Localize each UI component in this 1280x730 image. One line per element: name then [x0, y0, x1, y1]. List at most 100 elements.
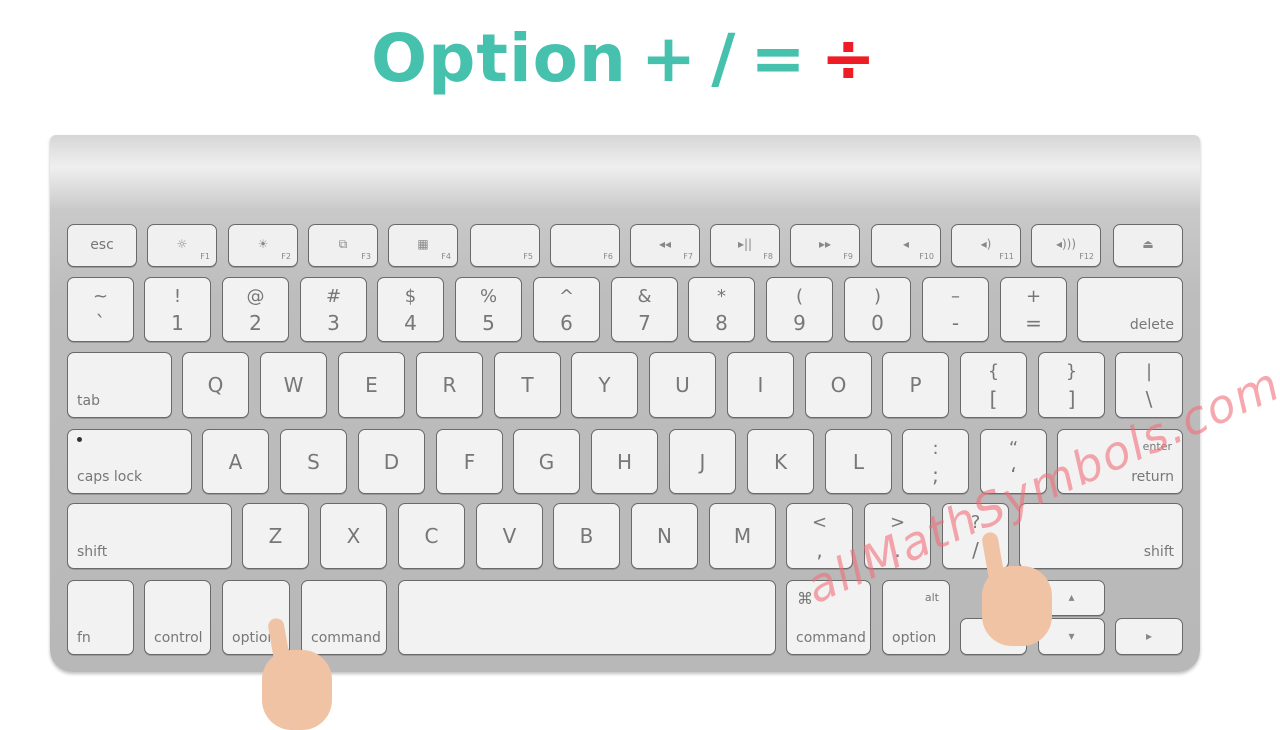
key-label: = — [1025, 311, 1042, 335]
key-o[interactable]: O — [805, 352, 872, 418]
key-p[interactable]: P — [882, 352, 949, 418]
key-y[interactable]: Y — [571, 352, 638, 418]
key-label: H — [616, 449, 633, 474]
key-label: A — [228, 449, 243, 474]
key-label: [ — [989, 387, 998, 411]
key-icon: ◂ — [902, 237, 910, 251]
key-8[interactable]: * 8 — [688, 277, 755, 342]
key-t[interactable]: T — [494, 352, 561, 418]
key-key[interactable]: :; — [902, 429, 969, 494]
key-key[interactable]: ⏏ — [1113, 224, 1183, 267]
key-control[interactable]: control — [144, 580, 211, 655]
key-n[interactable]: N — [631, 503, 698, 569]
key-label: ; — [932, 463, 939, 487]
key-f5[interactable]: F5 — [470, 224, 540, 267]
key-label: command — [311, 630, 381, 646]
key-shift-label: < — [811, 512, 828, 533]
key-v[interactable]: V — [476, 503, 543, 569]
key-1[interactable]: ! 1 — [144, 277, 211, 342]
key-tab[interactable]: tab — [67, 352, 172, 418]
key-m[interactable]: M — [709, 503, 776, 569]
key-a[interactable]: A — [202, 429, 269, 494]
key-fn[interactable]: fn — [67, 580, 134, 655]
key-6[interactable]: ^ 6 — [533, 277, 600, 342]
key-7[interactable]: & 7 — [611, 277, 678, 342]
key-label: ` — [95, 311, 106, 335]
key-h[interactable]: H — [591, 429, 658, 494]
key-r[interactable]: R — [416, 352, 483, 418]
key-label: P — [909, 373, 922, 397]
key-label: delete — [1129, 317, 1174, 333]
key-label: esc — [90, 237, 114, 253]
key-d[interactable]: D — [358, 429, 425, 494]
key-label: R — [442, 373, 457, 397]
key-option[interactable]: option alt — [882, 580, 950, 655]
key-shift-label: { — [987, 361, 1000, 382]
key-icon: ▸▸ — [818, 237, 832, 251]
key-label: L — [852, 449, 865, 474]
key-shift-label: @ — [246, 286, 265, 307]
key-esc[interactable]: esc — [67, 224, 137, 267]
key-2[interactable]: @2 — [222, 277, 289, 342]
key-key[interactable]: }] — [1038, 352, 1105, 418]
key-f9[interactable]: ▸▸ F9 — [790, 224, 860, 267]
key-icon: ◂◂ — [658, 237, 672, 251]
key-caps-lock[interactable]: caps lock — [67, 429, 192, 494]
key-f2[interactable]: ☀ F2 — [228, 224, 298, 267]
key-b[interactable]: B — [553, 503, 620, 569]
key-label: N — [657, 524, 672, 548]
key-f[interactable]: F — [436, 429, 503, 494]
key-label: shift — [1143, 544, 1174, 560]
key-label: F — [463, 449, 476, 474]
key-label: J — [699, 449, 706, 474]
key-c[interactable]: C — [398, 503, 465, 569]
key-x[interactable]: X — [320, 503, 387, 569]
key-4[interactable]: $4 — [377, 277, 444, 342]
key-label: D — [383, 449, 400, 474]
key-e[interactable]: E — [338, 352, 405, 418]
key-q[interactable]: Q — [182, 352, 249, 418]
function-number-label: F9 — [843, 252, 853, 261]
key-f6[interactable]: F6 — [550, 224, 620, 267]
key-key[interactable]: ▸ — [1115, 618, 1183, 655]
key-i[interactable]: I — [727, 352, 794, 418]
key-label: U — [675, 373, 690, 397]
function-number-label: F6 — [603, 252, 613, 261]
key-label: 8 — [715, 311, 728, 335]
key-label: Z — [268, 524, 283, 548]
key-s[interactable]: S — [280, 429, 347, 494]
key-l[interactable]: L — [825, 429, 892, 494]
key-9[interactable]: (9 — [766, 277, 833, 342]
key-f4[interactable]: ▦ F4 — [388, 224, 458, 267]
key-command[interactable]: command — [301, 580, 387, 655]
key-j[interactable]: J — [669, 429, 736, 494]
key-equals[interactable]: + = — [1000, 277, 1067, 342]
key-f1[interactable]: ☼ F1 — [147, 224, 217, 267]
key-f11[interactable]: ◂) F11 — [951, 224, 1021, 267]
key-minus[interactable]: – - — [922, 277, 989, 342]
key-f3[interactable]: ⧉ F3 — [308, 224, 378, 267]
key-shift[interactable]: shift — [67, 503, 232, 569]
key-k[interactable]: K — [747, 429, 814, 494]
key-5[interactable]: % 5 — [455, 277, 522, 342]
key-0[interactable]: ) 0 — [844, 277, 911, 342]
key-key[interactable]: ~ ` — [67, 277, 134, 342]
key-g[interactable]: G — [513, 429, 580, 494]
key-label: 9 — [793, 311, 806, 335]
key-shift-label: ( — [795, 286, 804, 307]
key-space[interactable] — [398, 580, 776, 655]
key-f7[interactable]: ◂◂ F7 — [630, 224, 700, 267]
key-secondary-label: alt — [924, 591, 939, 604]
key-3[interactable]: #3 — [300, 277, 367, 342]
key-f10[interactable]: ◂ F10 — [871, 224, 941, 267]
key-delete[interactable]: delete — [1077, 277, 1183, 342]
key-label: T — [521, 373, 534, 397]
key-z[interactable]: Z — [242, 503, 309, 569]
key-f12[interactable]: ◂))) F12 — [1031, 224, 1101, 267]
key-label: fn — [77, 630, 91, 646]
function-number-label: F5 — [523, 252, 533, 261]
key-w[interactable]: W — [260, 352, 327, 418]
key-f8[interactable]: ▸|| F8 — [710, 224, 780, 267]
key-u[interactable]: U — [649, 352, 716, 418]
key-key[interactable]: {[ — [960, 352, 1027, 418]
